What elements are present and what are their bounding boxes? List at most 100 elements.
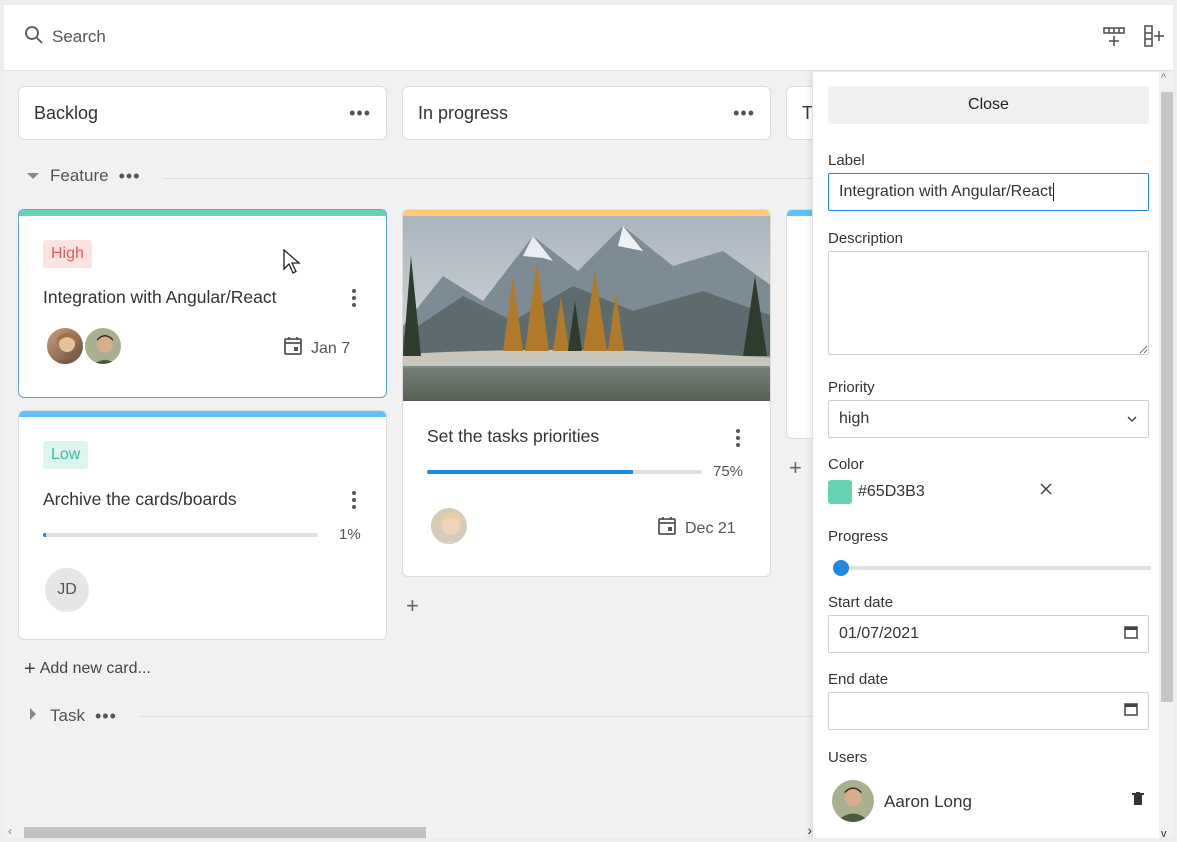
plus-icon: + <box>24 658 36 680</box>
progress-fill <box>43 533 46 537</box>
vertical-scrollbar[interactable]: ^ v <box>1159 72 1173 838</box>
progress-slider-track[interactable] <box>841 566 1151 570</box>
label-input[interactable]: Integration with Angular/React <box>828 173 1149 211</box>
avatar-initials: JD <box>45 568 89 612</box>
end-date-input[interactable] <box>828 692 1149 730</box>
label-input-value: Integration with Angular/React <box>839 183 1053 200</box>
card-menu-icon[interactable] <box>730 428 746 448</box>
description-textarea[interactable] <box>828 251 1149 355</box>
add-column-icon[interactable] <box>1141 23 1167 49</box>
color-value: #65D3B3 <box>858 483 925 500</box>
progress-field-label: Progress <box>828 528 889 545</box>
avatar <box>45 326 85 366</box>
group-row-feature[interactable]: Feature ••• <box>26 166 141 186</box>
card-date: Dec 21 <box>657 516 736 541</box>
group-title: Feature <box>50 166 109 185</box>
search-box[interactable]: Search <box>24 25 106 49</box>
board: Backlog ••• In progress ••• T Feature ••… <box>4 72 812 838</box>
column-title: T <box>802 102 812 123</box>
calendar-icon[interactable] <box>1124 702 1138 721</box>
group-menu-icon[interactable]: ••• <box>95 707 117 725</box>
card-title: Archive the cards/boards <box>43 489 237 509</box>
avatar <box>83 326 123 366</box>
group-divider <box>162 178 812 179</box>
card-menu-icon[interactable] <box>346 490 362 510</box>
calendar-icon <box>657 516 677 541</box>
priority-badge: Low <box>43 441 89 469</box>
add-new-card-button[interactable]: + Add new card... <box>24 659 151 679</box>
avatar <box>832 780 874 822</box>
progress-fill <box>427 470 634 474</box>
card-date-text: Dec 21 <box>685 519 736 537</box>
card-menu-icon[interactable] <box>346 288 362 308</box>
start-date-input[interactable]: 01/07/2021 <box>828 615 1149 653</box>
priority-badge: High <box>43 240 92 268</box>
caret-down-icon[interactable] <box>26 166 40 186</box>
card-date: Jan 7 <box>283 336 350 361</box>
horizontal-scrollbar[interactable]: ‹ › <box>4 822 812 838</box>
card-title: Set the tasks priorities <box>427 426 600 446</box>
start-date-label: Start date <box>828 594 894 611</box>
priority-select-value: high <box>839 410 870 427</box>
card-partial[interactable] <box>786 209 812 439</box>
column-title: Backlog <box>34 102 99 123</box>
column-header-in-progress[interactable]: In progress ••• <box>402 86 771 140</box>
toolbar: Search <box>4 5 1173 71</box>
users-label: Users <box>828 749 868 766</box>
progress-slider-thumb[interactable] <box>833 560 849 576</box>
user-row: Aaron Long <box>828 778 1149 824</box>
add-new-card-label: Add new card... <box>39 660 151 677</box>
add-row-icon[interactable] <box>1101 23 1127 49</box>
close-button[interactable]: Close <box>828 86 1149 124</box>
card-priorities[interactable]: Set the tasks priorities 75% Dec 21 <box>402 209 771 577</box>
card-color-bar <box>19 210 386 216</box>
clear-color-icon[interactable] <box>1039 482 1053 501</box>
description-label: Description <box>828 230 904 247</box>
progress-bar <box>43 533 318 537</box>
mouse-cursor-icon <box>283 248 301 280</box>
user-name: Aaron Long <box>884 792 972 811</box>
card-cover-image <box>403 216 770 401</box>
group-menu-icon[interactable]: ••• <box>119 167 141 185</box>
label-label: Label <box>828 152 865 169</box>
end-date-label: End date <box>828 671 889 688</box>
calendar-icon <box>283 336 303 361</box>
priority-select[interactable]: high <box>828 400 1149 438</box>
column-header-backlog[interactable]: Backlog ••• <box>18 86 387 140</box>
card-integration[interactable]: High Integration with Angular/React Jan … <box>18 209 387 398</box>
card-color-bar <box>19 411 386 417</box>
search-icon <box>24 25 44 50</box>
color-swatch[interactable] <box>828 480 852 504</box>
card-date-text: Jan 7 <box>311 339 351 357</box>
add-card-plus-icon[interactable]: + <box>789 457 802 479</box>
column-header-third[interactable]: T <box>786 86 812 140</box>
progress-label: 1% <box>339 526 361 543</box>
color-label: Color <box>828 456 864 473</box>
calendar-icon[interactable] <box>1124 625 1138 644</box>
group-title: Task <box>50 706 85 725</box>
column-menu-icon[interactable]: ••• <box>733 104 755 122</box>
text-caret <box>1053 183 1055 201</box>
add-card-plus-icon[interactable]: + <box>406 595 419 617</box>
scroll-left-icon[interactable]: ‹ <box>8 824 12 838</box>
card-archive[interactable]: Low Archive the cards/boards 1% JD <box>18 410 387 640</box>
card-editor-panel: Close Label Integration with Angular/Rea… <box>812 72 1173 838</box>
caret-right-icon[interactable] <box>26 706 40 726</box>
scrollbar-thumb[interactable] <box>1161 92 1173 702</box>
scroll-up-icon[interactable]: ^ <box>1161 72 1166 84</box>
priority-label: Priority <box>828 379 875 396</box>
delete-user-icon[interactable] <box>1132 792 1144 811</box>
card-color-bar <box>787 210 812 216</box>
avatar <box>429 506 469 546</box>
column-menu-icon[interactable]: ••• <box>349 104 371 122</box>
group-row-task[interactable]: Task ••• <box>26 706 117 726</box>
group-divider <box>140 716 812 717</box>
scrollbar-thumb[interactable] <box>24 827 426 838</box>
progress-label: 75% <box>713 463 744 480</box>
scroll-down-icon[interactable]: v <box>1161 828 1167 838</box>
start-date-value: 01/07/2021 <box>839 625 920 642</box>
search-input[interactable]: Search <box>52 27 106 47</box>
chevron-down-icon <box>1126 410 1138 428</box>
column-title: In progress <box>418 102 509 123</box>
kanban-app: Search Backlog ••• In progress ••• T Fea… <box>0 0 1177 842</box>
